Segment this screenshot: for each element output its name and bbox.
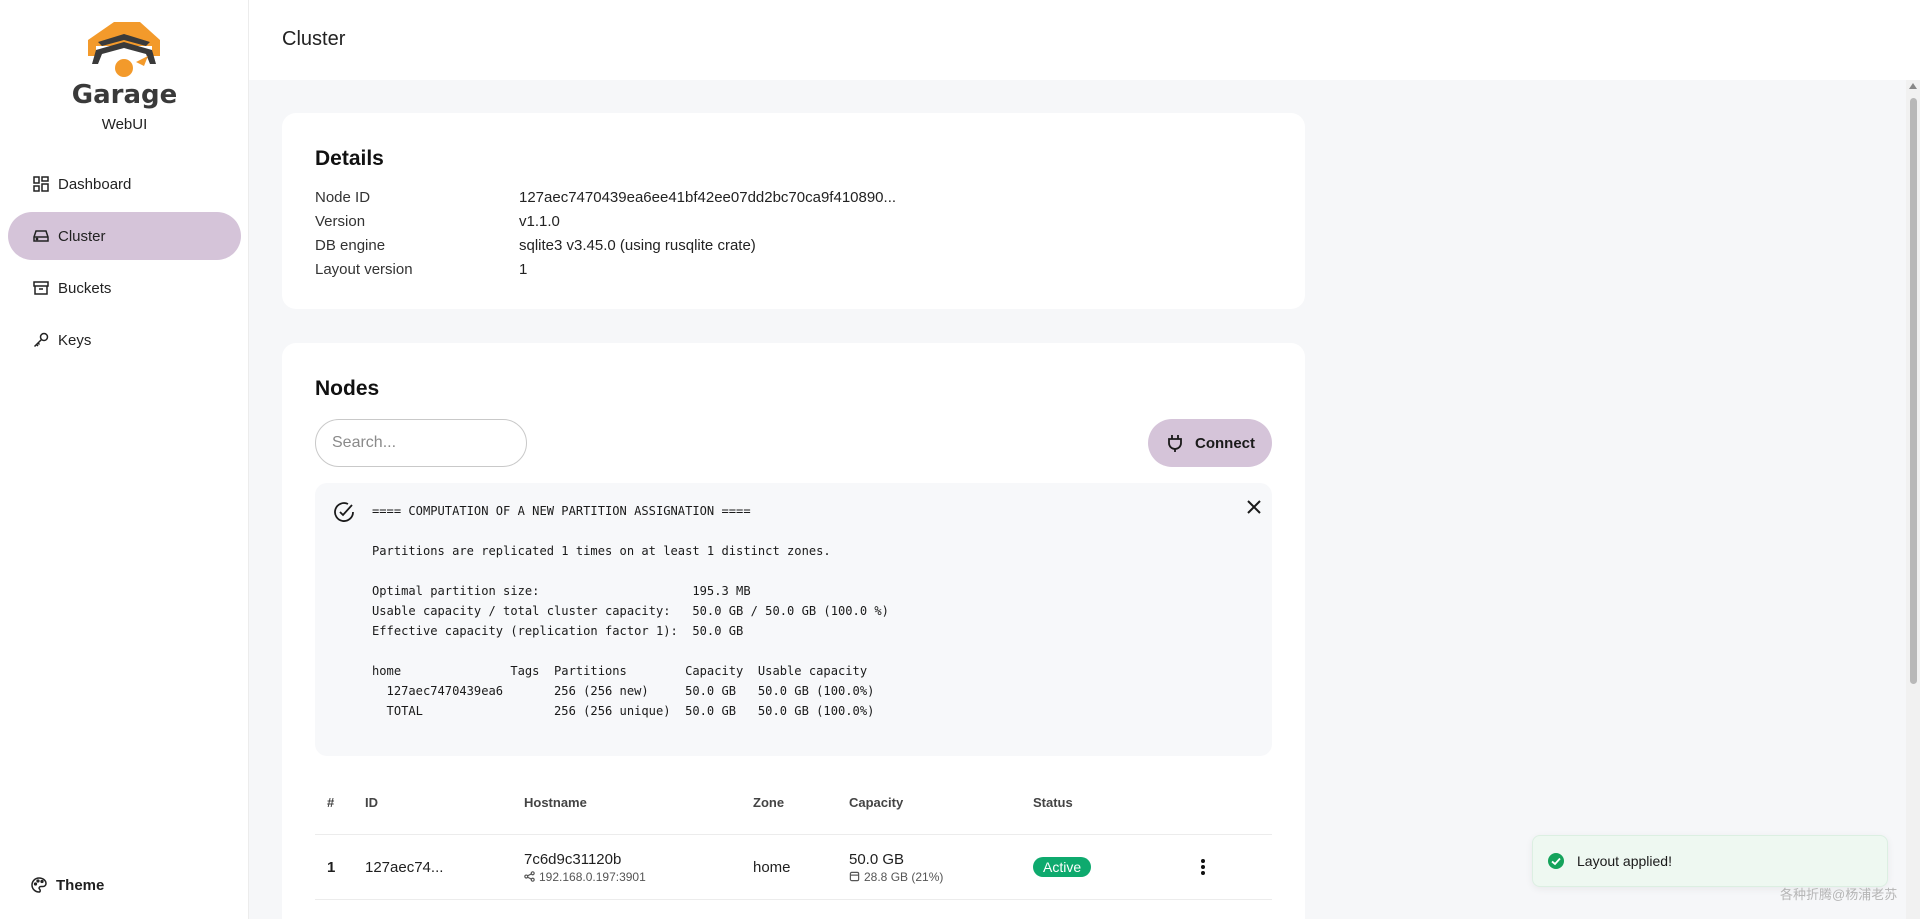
more-options-icon[interactable] [1193, 857, 1213, 877]
layout-version-value: 1 [519, 260, 528, 278]
version-value: v1.1.0 [519, 212, 560, 230]
details-row: DB engine sqlite3 v3.45.0 (using rusqlit… [315, 233, 896, 257]
sidebar-item-label: Dashboard [58, 175, 132, 193]
disk-icon [849, 871, 860, 882]
column-header-hostname: Hostname [524, 795, 587, 810]
sidebar-item-dashboard[interactable]: Dashboard [8, 160, 241, 208]
sidebar-item-label: Cluster [58, 227, 106, 245]
scroll-up-arrow-icon[interactable] [1909, 83, 1917, 89]
nodes-table: # ID Hostname Zone Capacity Status 1 127… [315, 771, 1272, 900]
key-icon [32, 331, 50, 349]
table-row: 1 127aec74... 7c6d9c31120b 192.168.0.197… [315, 835, 1272, 900]
sidebar: Garage WebUI Dashboard Cluster Buckets K… [0, 0, 249, 919]
zone-cell: home [753, 858, 791, 876]
sidebar-item-buckets[interactable]: Buckets [8, 264, 241, 312]
notice-text: ==== COMPUTATION OF A NEW PARTITION ASSI… [372, 504, 889, 718]
archive-icon [32, 279, 50, 297]
details-row: Version v1.1.0 [315, 209, 896, 233]
column-header-status: Status [1033, 795, 1073, 810]
theme-label: Theme [56, 876, 105, 894]
details-label: Node ID [315, 188, 371, 206]
nodes-card: Nodes Connect ==== COMPUTATION OF A NEW … [282, 343, 1305, 919]
row-menu-cell [1183, 857, 1223, 877]
status-badge: Active [1033, 857, 1092, 877]
plug-icon [1165, 433, 1185, 453]
connect-button[interactable]: Connect [1148, 419, 1272, 467]
success-check-icon [1547, 852, 1565, 870]
db-engine-value: sqlite3 v3.45.0 (using rusqlite crate) [519, 236, 756, 254]
row-number: 1 [327, 858, 336, 876]
details-row: Layout version 1 [315, 257, 896, 281]
check-circle-icon [332, 500, 356, 524]
hostname-text: 7c6d9c31120b [524, 850, 622, 868]
table-header: # ID Hostname Zone Capacity Status [315, 771, 1272, 835]
node-id-cell: 127aec74... [365, 858, 444, 876]
sidebar-item-keys[interactable]: Keys [8, 316, 241, 364]
node-id-value: 127aec7470439ea6ee41bf42ee07dd2bc70ca9f4… [519, 188, 897, 206]
close-icon[interactable] [1244, 497, 1264, 517]
page-scrollbar[interactable] [1906, 80, 1920, 919]
nodes-title: Nodes [315, 377, 380, 400]
column-header-num: # [327, 795, 335, 810]
details-title: Details [315, 147, 384, 170]
top-bar: Cluster [249, 0, 1920, 80]
sidebar-item-label: Buckets [58, 279, 112, 297]
page-title: Cluster [282, 28, 346, 50]
toast-message: Layout applied! [1577, 853, 1672, 869]
details-row: Node ID 127aec7470439ea6ee41bf42ee07dd2b… [315, 185, 896, 209]
sidebar-item-label: Keys [58, 331, 92, 349]
toast-notification: Layout applied! [1532, 835, 1888, 887]
palette-icon [30, 876, 48, 894]
usage-text: 28.8 GB (21%) [864, 869, 944, 884]
dashboard-icon [32, 175, 50, 193]
status-cell: Active [1033, 857, 1183, 877]
theme-button[interactable]: Theme [30, 876, 104, 894]
connect-label: Connect [1195, 434, 1255, 452]
hostname-cell: 7c6d9c31120b 192.168.0.197:3901 [524, 851, 753, 884]
details-label: Version [315, 212, 366, 230]
column-header-id: ID [365, 795, 378, 810]
drive-icon [32, 227, 50, 245]
column-header-capacity: Capacity [849, 795, 904, 810]
share-icon [524, 871, 535, 882]
details-grid: Node ID 127aec7470439ea6ee41bf42ee07dd2b… [315, 185, 896, 281]
usage-line: 28.8 GB (21%) [849, 870, 1033, 884]
details-card: Details Node ID 127aec7470439ea6ee41bf42… [282, 113, 1305, 309]
watermark: 各种折腾@杨浦老苏 [1780, 887, 1898, 902]
capacity-text: 50.0 GB [849, 850, 905, 868]
capacity-cell: 50.0 GB 28.8 GB (21%) [849, 851, 1033, 884]
sidebar-item-cluster[interactable]: Cluster [8, 212, 241, 260]
logo-name: Garage [71, 80, 178, 110]
column-header-zone: Zone [753, 795, 785, 810]
address-line: 192.168.0.197:3901 [524, 870, 753, 884]
search-input[interactable] [315, 419, 527, 467]
scroll-thumb[interactable] [1910, 98, 1917, 684]
details-label: DB engine [315, 236, 386, 254]
sidebar-nav: Dashboard Cluster Buckets Keys [8, 160, 241, 368]
logo-subtitle: WebUI [101, 116, 148, 133]
layout-notice: ==== COMPUTATION OF A NEW PARTITION ASSI… [315, 483, 1272, 756]
address-text: 192.168.0.197:3901 [539, 869, 646, 884]
details-label: Layout version [315, 260, 413, 278]
